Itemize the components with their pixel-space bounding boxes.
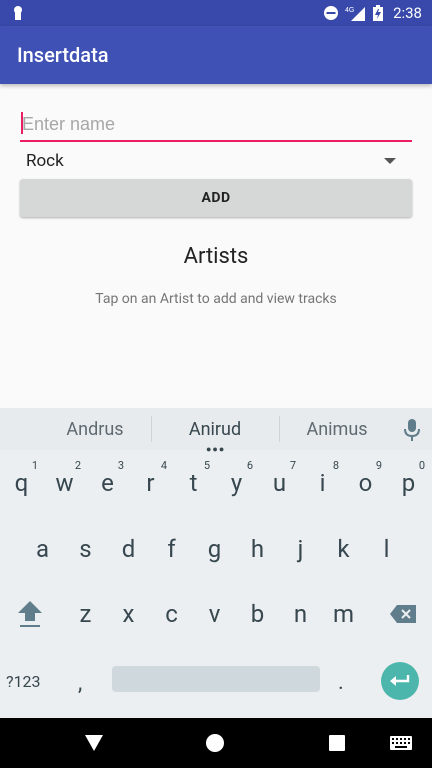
- key-g[interactable]: g: [193, 527, 236, 571]
- key-j[interactable]: j: [279, 527, 322, 571]
- recents-icon[interactable]: [329, 735, 345, 751]
- enter-key[interactable]: [381, 662, 419, 700]
- key-i[interactable]: 8i: [301, 459, 344, 505]
- period-key[interactable]: .: [338, 670, 358, 700]
- dropdown-arrow-icon: [384, 158, 396, 164]
- key-h[interactable]: h: [236, 527, 279, 571]
- key-l[interactable]: l: [365, 527, 408, 571]
- key-z[interactable]: z: [64, 592, 107, 636]
- key-n[interactable]: n: [279, 592, 322, 636]
- key-b[interactable]: b: [236, 592, 279, 636]
- microphone-icon[interactable]: [404, 419, 420, 441]
- comma-key[interactable]: ,: [78, 671, 98, 701]
- name-field[interactable]: [20, 110, 412, 142]
- suggestion-divider: [151, 416, 152, 442]
- key-y[interactable]: 6y: [215, 459, 258, 505]
- suggestion-center[interactable]: Anirud: [155, 419, 275, 440]
- space-bar[interactable]: [112, 666, 320, 692]
- key-k[interactable]: k: [322, 527, 365, 571]
- back-icon[interactable]: [85, 734, 103, 752]
- key-f[interactable]: f: [150, 527, 193, 571]
- key-m[interactable]: m: [322, 592, 365, 636]
- name-input[interactable]: [22, 110, 410, 138]
- shift-key[interactable]: [8, 592, 51, 636]
- key-w[interactable]: 2w: [43, 459, 86, 505]
- artists-hint: Tap on an Artist to add and view tracks: [95, 291, 337, 307]
- genre-selected-value: Rock: [26, 151, 64, 171]
- key-x[interactable]: x: [107, 592, 150, 636]
- app-title: Insertdata: [17, 43, 109, 67]
- key-r[interactable]: 4r: [129, 459, 172, 505]
- signal-icon: 4G: [345, 7, 366, 21]
- suggestion-right[interactable]: Animus: [277, 419, 397, 440]
- do-not-disturb-icon: [324, 6, 339, 20]
- key-a[interactable]: a: [21, 527, 64, 571]
- key-e[interactable]: 3e: [86, 459, 129, 505]
- status-icons: 4G 2:38: [323, 0, 422, 26]
- home-icon[interactable]: [206, 734, 224, 752]
- key-p[interactable]: 0p: [387, 459, 430, 505]
- navigation-bar: [0, 718, 432, 768]
- artists-heading: Artists: [183, 244, 249, 269]
- shift-icon: [17, 601, 42, 627]
- key-c[interactable]: c: [150, 592, 193, 636]
- battery-icon: [373, 5, 384, 21]
- backspace-key[interactable]: [381, 592, 424, 636]
- symbols-key[interactable]: ?123: [6, 668, 58, 694]
- key-u[interactable]: 7u: [258, 459, 301, 505]
- key-t[interactable]: 5t: [172, 459, 215, 505]
- enter-icon: [390, 675, 410, 686]
- add-button[interactable]: ADD: [20, 179, 412, 217]
- svg-text:4G: 4G: [345, 7, 354, 14]
- key-d[interactable]: d: [107, 527, 150, 571]
- suggestion-left[interactable]: Andrus: [35, 419, 155, 440]
- more-suggestions-icon[interactable]: ●●●: [206, 444, 225, 455]
- key-o[interactable]: 9o: [344, 459, 387, 505]
- notification-icon: [14, 6, 22, 20]
- genre-spinner[interactable]: Rock: [20, 146, 412, 176]
- status-bar: 4G 2:38: [0, 0, 432, 26]
- soft-keyboard: Andrus Anirud ●●● Animus 1q 2w 3e 4r 5t …: [0, 408, 432, 718]
- status-time: 2:38: [393, 4, 422, 22]
- key-s[interactable]: s: [64, 527, 107, 571]
- app-bar: Insertdata: [0, 26, 432, 84]
- suggestion-strip: Andrus Anirud ●●● Animus: [0, 408, 432, 455]
- keyboard-switch-icon[interactable]: [390, 736, 412, 750]
- backspace-icon: [389, 605, 416, 623]
- key-v[interactable]: v: [193, 592, 236, 636]
- key-q[interactable]: 1q: [0, 459, 43, 505]
